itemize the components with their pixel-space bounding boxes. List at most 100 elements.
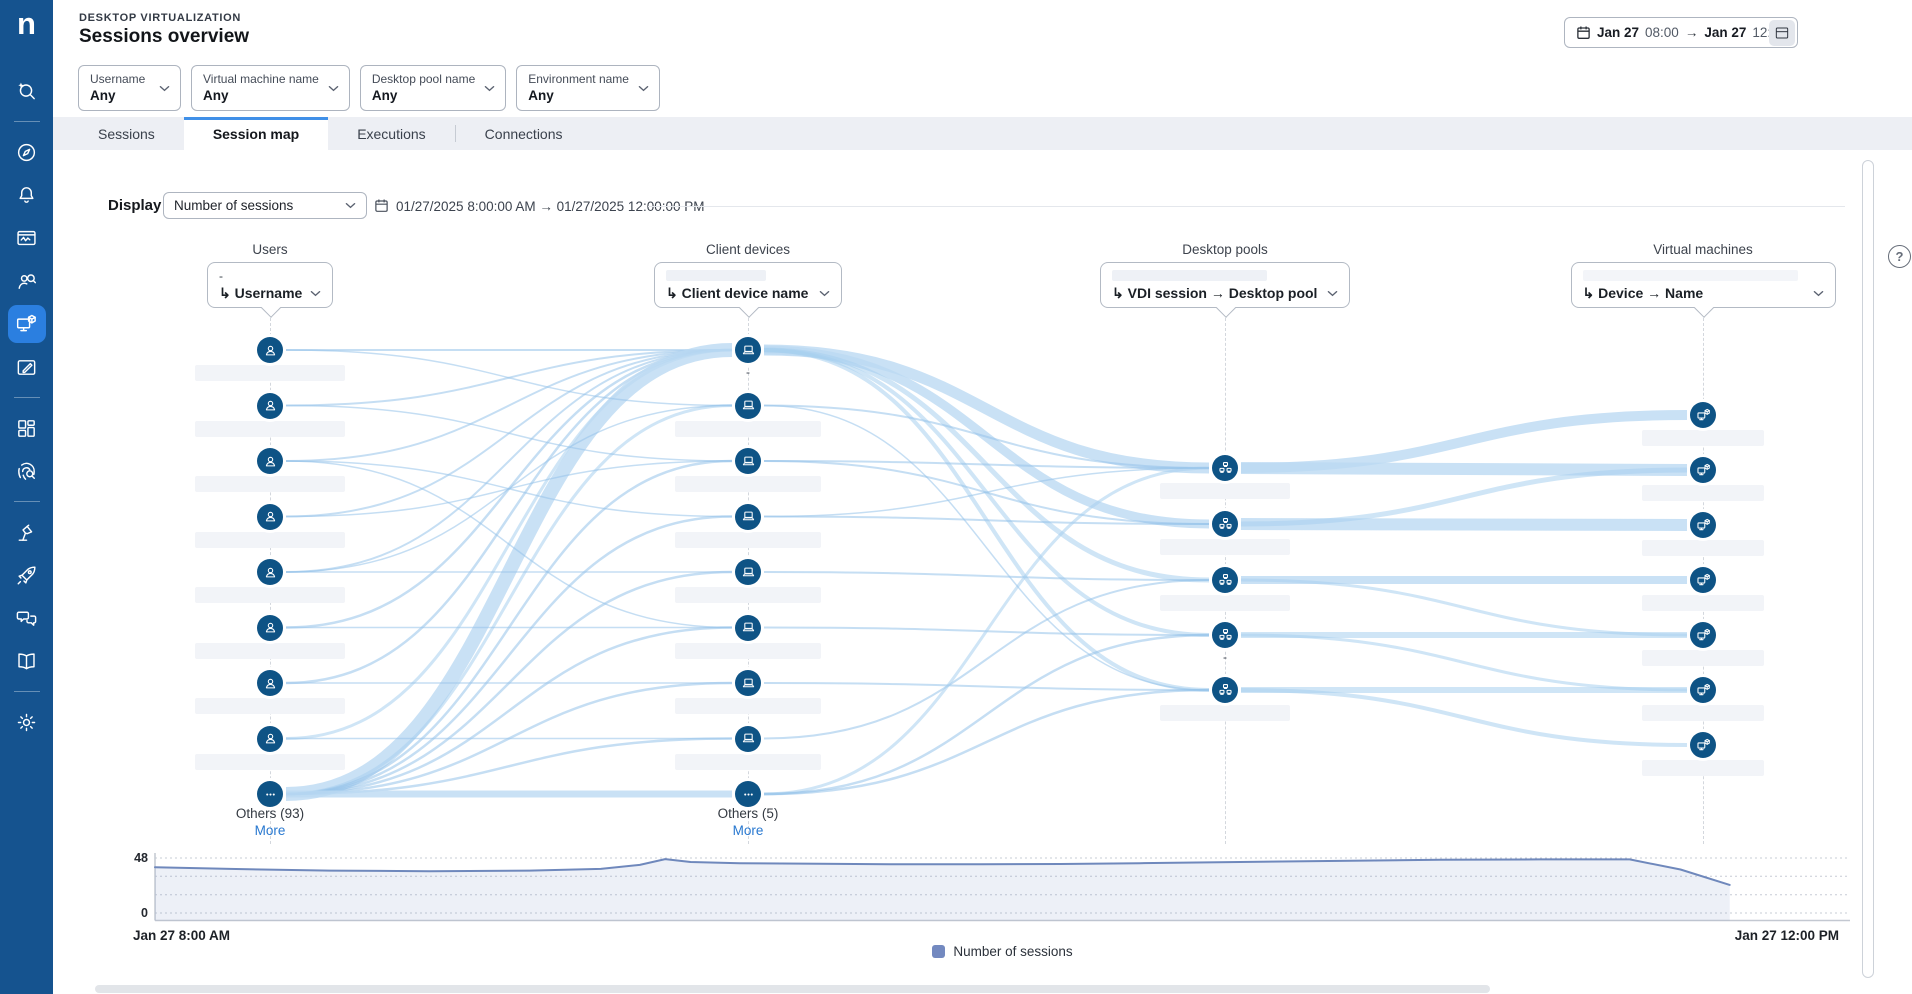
node-client-devices[interactable] <box>735 615 761 641</box>
sidebar-item-ai-search[interactable] <box>8 72 46 110</box>
node-virtual-machines[interactable] <box>1690 402 1716 428</box>
node-virtual-machines[interactable] <box>1690 622 1716 648</box>
sidebar-nav <box>0 44 53 741</box>
sidebar-item-monitor-activity[interactable] <box>8 219 46 257</box>
node-users[interactable] <box>257 726 283 752</box>
node-client-devices[interactable] <box>735 393 761 419</box>
redacted-node-label <box>195 421 345 437</box>
user-search-icon <box>15 270 38 293</box>
tab-sessions[interactable]: Sessions <box>69 117 184 150</box>
redacted-node-label <box>1642 595 1764 611</box>
node-label-dash: - <box>728 365 768 379</box>
chevron-down-icon <box>310 290 321 297</box>
node-desktop-pools[interactable] <box>1212 511 1238 537</box>
node-users[interactable] <box>257 448 283 474</box>
node-virtual-machines[interactable] <box>1690 732 1716 758</box>
node-client-devices[interactable] <box>735 337 761 363</box>
node-desktop-pools[interactable] <box>1212 677 1238 703</box>
redacted-node-label <box>675 476 821 492</box>
tab-session-map[interactable]: Session map <box>184 117 328 150</box>
node-client-devices[interactable] <box>735 448 761 474</box>
laptop-icon <box>740 453 757 470</box>
sidebar-item-user-search[interactable] <box>8 262 46 300</box>
tab-connections[interactable]: Connections <box>456 117 592 150</box>
node-users[interactable] <box>257 504 283 530</box>
node-label-dash: - <box>1205 650 1245 664</box>
redacted-node-label <box>195 698 345 714</box>
node-users[interactable] <box>257 559 283 585</box>
rocket-icon <box>15 564 38 587</box>
node-desktop-pools[interactable] <box>1212 567 1238 593</box>
node-client-devices[interactable] <box>735 726 761 752</box>
pool-icon <box>1217 627 1234 644</box>
selected-entity: - <box>219 268 321 283</box>
lab-icon <box>15 521 38 544</box>
apps-grid-icon <box>15 417 38 440</box>
sidebar-item-documentation[interactable] <box>8 642 46 680</box>
redacted-node-label <box>1642 430 1764 446</box>
sidebar-item-rocket[interactable] <box>8 556 46 594</box>
column-title-client-devices: Client devices <box>628 242 868 257</box>
user-icon <box>262 675 279 692</box>
sidebar-item-notifications[interactable] <box>8 176 46 214</box>
vm-icon <box>1695 737 1712 754</box>
laptop-icon <box>740 508 757 525</box>
node-client-devices[interactable] <box>735 504 761 530</box>
node-users[interactable] <box>257 393 283 419</box>
column-title-users: Users <box>150 242 390 257</box>
node-users[interactable] <box>257 615 283 641</box>
sidebar-divider <box>14 397 40 398</box>
sidebar-item-audit-search[interactable] <box>8 452 46 490</box>
others-node-users[interactable] <box>257 781 283 807</box>
sidebar-item-desktop-virtualization[interactable] <box>8 305 46 343</box>
node-virtual-machines[interactable] <box>1690 512 1716 538</box>
audit-search-icon <box>15 460 38 483</box>
redacted-node-label <box>675 754 821 770</box>
sidebar-divider <box>14 691 40 692</box>
tab-executions[interactable]: Executions <box>328 117 454 150</box>
node-virtual-machines[interactable] <box>1690 567 1716 593</box>
tab-bar: Sessions Session map Executions Connecti… <box>53 117 1912 150</box>
documentation-icon <box>15 650 38 673</box>
redacted-node-label <box>1160 705 1290 721</box>
redacted-node-label <box>1160 595 1290 611</box>
node-users[interactable] <box>257 670 283 696</box>
node-client-devices[interactable] <box>735 670 761 696</box>
column-title-virtual-machines: Virtual machines <box>1583 242 1823 257</box>
sidebar-item-compass[interactable] <box>8 133 46 171</box>
vm-icon <box>1695 572 1712 589</box>
sidebar-divider <box>14 121 40 122</box>
node-virtual-machines[interactable] <box>1690 457 1716 483</box>
vertical-scrollbar[interactable] <box>1862 160 1874 978</box>
grouping-label: ↳ Username <box>219 285 302 302</box>
horizontal-scrollbar[interactable] <box>95 985 1490 993</box>
grouping-label: ↳ VDI session → Desktop pool <box>1112 285 1317 302</box>
user-icon <box>262 619 279 636</box>
sidebar-item-notes-edit[interactable] <box>8 348 46 386</box>
selected-entity <box>666 268 830 283</box>
laptop-icon <box>740 564 757 581</box>
node-desktop-pools[interactable] <box>1212 622 1238 648</box>
chevron-down-icon <box>1813 290 1824 297</box>
sidebar-item-settings[interactable] <box>8 703 46 741</box>
redacted-text <box>1112 270 1267 281</box>
grouping-label: ↳ Client device name <box>666 285 808 302</box>
node-users[interactable] <box>257 337 283 363</box>
x-axis-start-label: Jan 27 8:00 AM <box>133 928 230 943</box>
node-client-devices[interactable] <box>735 559 761 585</box>
others-label: Others (93) <box>185 806 355 821</box>
nutanix-logo[interactable]: n <box>17 4 36 44</box>
app-root: n DESKTOP VIRTUALIZATION Sessions overvi… <box>0 0 1912 994</box>
more-link[interactable]: More <box>185 823 355 838</box>
sidebar-item-lab[interactable] <box>8 513 46 551</box>
redacted-text <box>1583 270 1798 281</box>
more-link[interactable]: More <box>663 823 833 838</box>
others-node-client-devices[interactable] <box>735 781 761 807</box>
node-virtual-machines[interactable] <box>1690 677 1716 703</box>
sidebar-item-chat[interactable] <box>8 599 46 637</box>
help-button[interactable]: ? <box>1888 245 1911 268</box>
redacted-node-label <box>675 532 821 548</box>
sidebar-item-apps-grid[interactable] <box>8 409 46 447</box>
node-desktop-pools[interactable] <box>1212 455 1238 481</box>
pool-icon <box>1217 460 1234 477</box>
